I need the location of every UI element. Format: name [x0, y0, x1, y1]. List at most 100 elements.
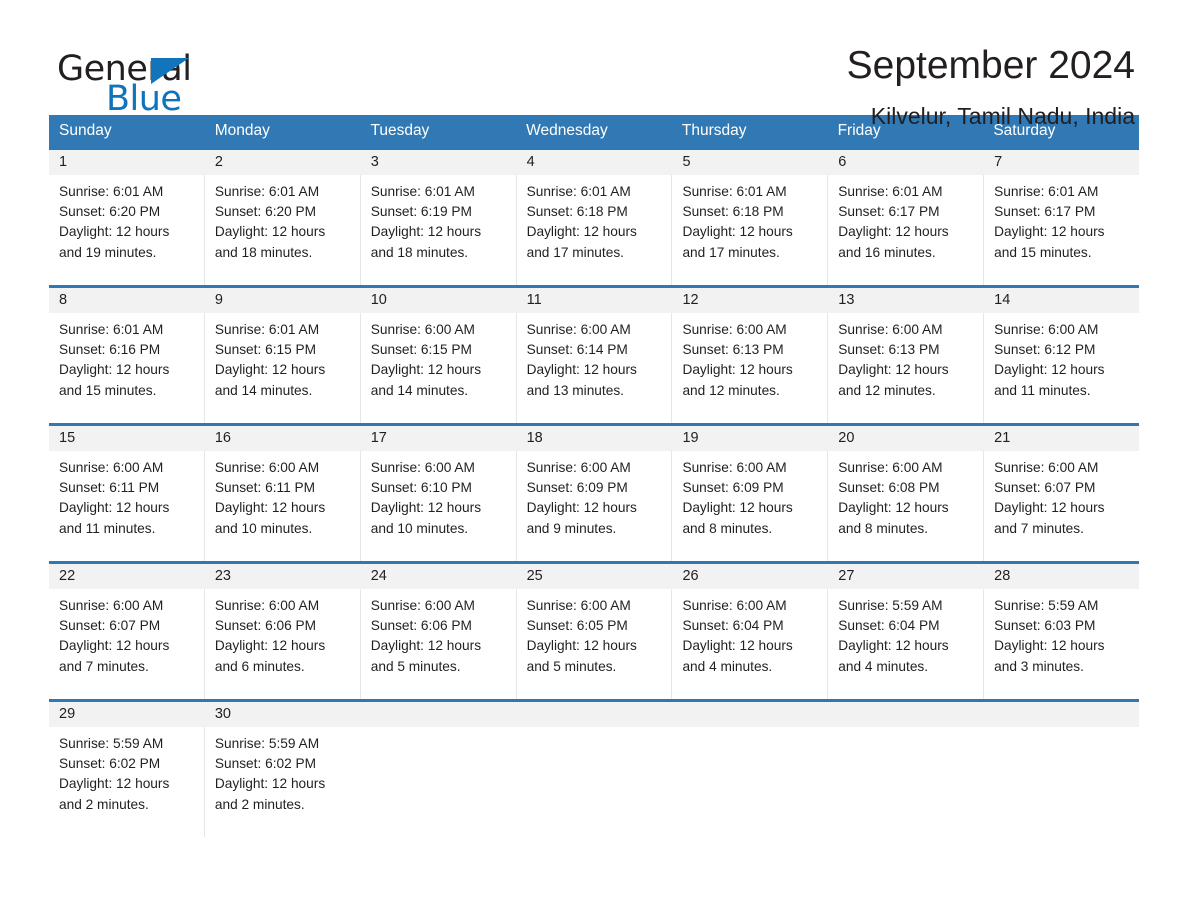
sunset-text: Sunset: 6:07 PM [59, 618, 161, 634]
day-number[interactable]: 20 [827, 426, 983, 451]
day-cell[interactable]: Sunrise: 6:00 AM Sunset: 6:10 PM Dayligh… [359, 451, 516, 561]
daylight-text-line1: Daylight: 12 hours [214, 500, 326, 516]
day-cell[interactable]: Sunrise: 6:00 AM Sunset: 6:07 PM Dayligh… [983, 451, 1139, 561]
day-cell[interactable]: Sunrise: 6:00 AM Sunset: 6:06 PM Dayligh… [203, 589, 360, 699]
day-number[interactable]: 15 [49, 426, 204, 451]
day-cell-empty [515, 727, 672, 837]
daylight-text-line2: and 15 minutes. [994, 244, 1092, 260]
day-cell[interactable]: Sunrise: 6:00 AM Sunset: 6:05 PM Dayligh… [515, 589, 672, 699]
day-cell[interactable]: Sunrise: 6:01 AM Sunset: 6:18 PM Dayligh… [515, 175, 672, 285]
day-number[interactable]: 14 [983, 288, 1139, 313]
sunset-text: Sunset: 6:13 PM [682, 342, 784, 358]
day-cell[interactable]: Sunrise: 6:00 AM Sunset: 6:12 PM Dayligh… [983, 313, 1139, 423]
week-detail-row: Sunrise: 5:59 AM Sunset: 6:02 PM Dayligh… [49, 727, 1139, 837]
day-cell[interactable]: Sunrise: 6:00 AM Sunset: 6:11 PM Dayligh… [203, 451, 360, 561]
day-number-empty [983, 702, 1139, 727]
day-cell[interactable]: Sunrise: 6:00 AM Sunset: 6:11 PM Dayligh… [49, 451, 204, 561]
day-number[interactable]: 19 [671, 426, 827, 451]
day-cell[interactable]: Sunrise: 6:00 AM Sunset: 6:15 PM Dayligh… [359, 313, 516, 423]
day-number[interactable]: 24 [359, 564, 516, 589]
day-number[interactable]: 26 [671, 564, 827, 589]
day-cell[interactable]: Sunrise: 6:00 AM Sunset: 6:04 PM Dayligh… [671, 589, 827, 699]
day-cell[interactable]: Sunrise: 6:01 AM Sunset: 6:19 PM Dayligh… [359, 175, 516, 285]
weekday-header-row: Sunday Monday Tuesday Wednesday Thursday… [49, 115, 1139, 147]
weekday-header-tuesday: Tuesday [370, 122, 430, 139]
day-cell[interactable]: Sunrise: 6:01 AM Sunset: 6:20 PM Dayligh… [203, 175, 360, 285]
day-number[interactable]: 25 [515, 564, 672, 589]
day-number-empty [827, 702, 983, 727]
daylight-text-line2: and 16 minutes. [838, 244, 936, 260]
sunset-text: Sunset: 6:04 PM [838, 618, 940, 634]
day-cell[interactable]: Sunrise: 5:59 AM Sunset: 6:02 PM Dayligh… [203, 727, 360, 837]
sunrise-text: Sunrise: 6:00 AM [994, 322, 1099, 337]
sunset-text: Sunset: 6:19 PM [370, 204, 472, 220]
day-cell[interactable]: Sunrise: 6:01 AM Sunset: 6:20 PM Dayligh… [49, 175, 204, 285]
day-number[interactable]: 22 [49, 564, 204, 589]
day-cell[interactable]: Sunrise: 6:00 AM Sunset: 6:14 PM Dayligh… [515, 313, 672, 423]
day-number[interactable]: 28 [983, 564, 1139, 589]
day-number[interactable]: 4 [515, 150, 672, 175]
sunset-text: Sunset: 6:18 PM [682, 204, 784, 220]
day-number[interactable]: 27 [827, 564, 983, 589]
day-number[interactable]: 17 [359, 426, 516, 451]
daylight-text-line1: Daylight: 12 hours [994, 638, 1105, 654]
daylight-text-line2: and 13 minutes. [526, 382, 624, 398]
day-number[interactable]: 23 [203, 564, 360, 589]
day-number[interactable]: 10 [359, 288, 516, 313]
calendar-week-row: 22 23 24 25 26 27 28 Sunrise: 6:00 AM Su… [49, 561, 1139, 699]
day-number[interactable]: 16 [203, 426, 360, 451]
sunset-text: Sunset: 6:16 PM [59, 342, 161, 358]
day-cell[interactable]: Sunrise: 5:59 AM Sunset: 6:03 PM Dayligh… [983, 589, 1139, 699]
sunrise-text: Sunrise: 6:01 AM [214, 184, 320, 199]
day-cell[interactable]: Sunrise: 6:01 AM Sunset: 6:17 PM Dayligh… [827, 175, 983, 285]
sunset-text: Sunset: 6:12 PM [994, 342, 1096, 358]
sunrise-text: Sunrise: 6:00 AM [526, 598, 631, 613]
daylight-text-line2: and 6 minutes. [214, 658, 305, 674]
day-cell[interactable]: Sunrise: 6:00 AM Sunset: 6:09 PM Dayligh… [515, 451, 672, 561]
day-number[interactable]: 11 [515, 288, 672, 313]
day-cell[interactable]: Sunrise: 5:59 AM Sunset: 6:02 PM Dayligh… [49, 727, 204, 837]
day-number[interactable]: 7 [983, 150, 1139, 175]
day-number[interactable]: 3 [359, 150, 516, 175]
sunset-text: Sunset: 6:11 PM [59, 480, 160, 496]
daylight-text-line1: Daylight: 12 hours [214, 362, 326, 378]
day-number[interactable]: 21 [983, 426, 1139, 451]
day-number[interactable]: 30 [203, 702, 360, 727]
week-date-band: 29 30 [49, 702, 1139, 727]
weekday-header-wednesday: Wednesday [526, 122, 608, 139]
day-number[interactable]: 13 [827, 288, 983, 313]
generalblue-logo[interactable]: General Blue [49, 46, 289, 117]
day-cell[interactable]: Sunrise: 6:01 AM Sunset: 6:16 PM Dayligh… [49, 313, 204, 423]
day-cell[interactable]: Sunrise: 6:01 AM Sunset: 6:18 PM Dayligh… [671, 175, 827, 285]
week-date-band: 15 16 17 18 19 20 21 [49, 426, 1139, 451]
day-number[interactable]: 6 [827, 150, 983, 175]
daylight-text-line2: and 2 minutes. [59, 796, 149, 812]
day-cell[interactable]: Sunrise: 6:01 AM Sunset: 6:15 PM Dayligh… [203, 313, 360, 423]
daylight-text-line1: Daylight: 12 hours [214, 776, 326, 792]
day-number-empty [515, 702, 672, 727]
day-cell[interactable]: Sunrise: 6:00 AM Sunset: 6:13 PM Dayligh… [671, 313, 827, 423]
daylight-text-line2: and 17 minutes. [682, 244, 780, 260]
day-number[interactable]: 12 [671, 288, 827, 313]
sunrise-text: Sunrise: 6:00 AM [59, 460, 164, 475]
daylight-text-line2: and 10 minutes. [214, 520, 313, 536]
day-number[interactable]: 5 [671, 150, 827, 175]
day-cell[interactable]: Sunrise: 6:00 AM Sunset: 6:13 PM Dayligh… [827, 313, 983, 423]
day-number[interactable]: 2 [203, 150, 360, 175]
sunrise-text: Sunrise: 6:00 AM [214, 460, 320, 475]
day-cell[interactable]: Sunrise: 6:00 AM Sunset: 6:07 PM Dayligh… [49, 589, 204, 699]
daylight-text-line1: Daylight: 12 hours [59, 776, 170, 792]
day-number[interactable]: 8 [49, 288, 204, 313]
day-cell[interactable]: Sunrise: 6:00 AM Sunset: 6:08 PM Dayligh… [827, 451, 983, 561]
daylight-text-line1: Daylight: 12 hours [838, 224, 949, 240]
day-cell[interactable]: Sunrise: 6:00 AM Sunset: 6:06 PM Dayligh… [359, 589, 516, 699]
day-number[interactable]: 18 [515, 426, 672, 451]
weekday-header-friday: Friday [837, 122, 881, 139]
day-cell[interactable]: Sunrise: 6:01 AM Sunset: 6:17 PM Dayligh… [983, 175, 1139, 285]
day-number[interactable]: 1 [49, 150, 204, 175]
day-cell[interactable]: Sunrise: 5:59 AM Sunset: 6:04 PM Dayligh… [827, 589, 983, 699]
calendar-page: General Blue September 2024 Kilvelur, Ta… [0, 0, 1188, 918]
day-cell[interactable]: Sunrise: 6:00 AM Sunset: 6:09 PM Dayligh… [671, 451, 827, 561]
day-number[interactable]: 9 [203, 288, 360, 313]
day-number[interactable]: 29 [49, 702, 204, 727]
